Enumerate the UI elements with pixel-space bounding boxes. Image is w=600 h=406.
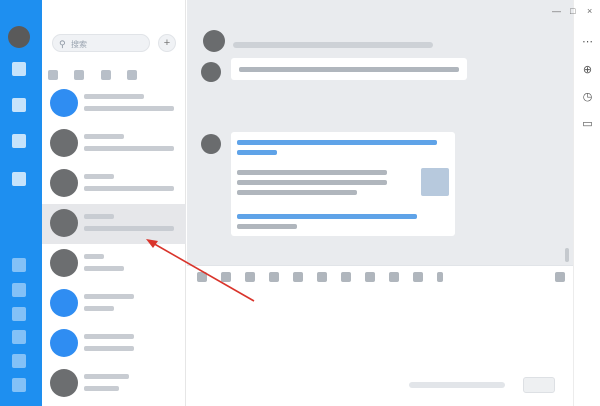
send-hint xyxy=(409,382,505,388)
list-item[interactable] xyxy=(42,324,186,364)
card-source-placeholder xyxy=(237,224,297,229)
file-icon[interactable] xyxy=(245,272,255,282)
minimize-button[interactable]: — xyxy=(552,6,561,16)
nav-contacts-icon[interactable] xyxy=(12,98,26,112)
doc-icon[interactable] xyxy=(317,272,327,282)
avatar xyxy=(50,89,78,117)
user-avatar[interactable] xyxy=(8,26,30,48)
scrollbar[interactable] xyxy=(565,248,569,262)
avatar xyxy=(50,129,78,157)
folder-icon[interactable] xyxy=(293,272,303,282)
add-button[interactable]: + xyxy=(158,34,176,52)
add-member-icon[interactable]: ⊕ xyxy=(581,64,594,77)
nav-app-icon[interactable] xyxy=(12,354,26,368)
list-toolbar xyxy=(48,67,178,81)
avatar xyxy=(201,134,221,154)
message-preview xyxy=(84,186,174,191)
message-preview xyxy=(84,146,174,151)
message-preview xyxy=(84,346,134,351)
list-item[interactable] xyxy=(42,244,186,284)
avatar xyxy=(50,369,78,397)
card-desc-placeholder xyxy=(237,180,387,185)
maximize-button[interactable]: □ xyxy=(570,6,575,16)
message-bubble[interactable] xyxy=(231,58,467,80)
message-preview xyxy=(84,226,174,231)
card-thumbnail xyxy=(421,168,449,196)
card-title-placeholder xyxy=(237,140,437,145)
avatar xyxy=(50,329,78,357)
nav-app-icon[interactable] xyxy=(12,330,26,344)
link-card-message[interactable] xyxy=(231,132,455,236)
list-item[interactable] xyxy=(42,284,186,324)
red-packet-icon[interactable] xyxy=(365,272,375,282)
card-link-placeholder[interactable] xyxy=(237,214,417,219)
list-item[interactable] xyxy=(42,84,186,124)
chat-header-avatar xyxy=(203,30,225,52)
nav-docs-icon[interactable] xyxy=(12,172,26,186)
list-item-selected[interactable] xyxy=(42,204,186,244)
message-text-placeholder xyxy=(239,67,459,72)
message-preview xyxy=(84,306,114,311)
nav-app-icon[interactable] xyxy=(12,258,26,272)
contact-name-placeholder xyxy=(84,214,114,219)
filter-icon[interactable] xyxy=(74,70,85,80)
more-icon[interactable] xyxy=(437,272,443,282)
list-item[interactable] xyxy=(42,124,186,164)
right-toolbar: — □ × ⋯ ⊕ ◷ ▭ xyxy=(552,0,600,406)
contact-name-placeholder xyxy=(84,94,144,99)
contact-name-placeholder xyxy=(84,294,134,299)
conversation-list: ⚲ 搜索 + xyxy=(42,0,186,406)
avatar xyxy=(50,209,78,237)
expand-icon[interactable] xyxy=(555,272,565,282)
folder-icon[interactable]: ▭ xyxy=(581,118,594,131)
more-icon[interactable]: ⋯ xyxy=(581,36,594,49)
filter-icon[interactable] xyxy=(48,70,58,80)
search-icon: ⚲ xyxy=(59,39,66,49)
avatar xyxy=(50,169,78,197)
history-icon[interactable]: ◷ xyxy=(581,91,594,104)
screenshot-icon[interactable] xyxy=(221,272,231,282)
list-item[interactable] xyxy=(42,364,186,404)
contact-name-placeholder xyxy=(84,134,124,139)
app-window: ⚲ 搜索 + — □ × ⋯ ⊕ ◷ ▭ xyxy=(0,0,600,406)
avatar xyxy=(50,289,78,317)
card-desc-placeholder xyxy=(237,190,357,195)
nav-settings-icon[interactable] xyxy=(12,378,26,392)
list-item[interactable] xyxy=(42,164,186,204)
contact-name-placeholder xyxy=(84,174,114,179)
calendar-icon[interactable] xyxy=(389,272,399,282)
message-preview xyxy=(84,266,124,271)
todo-icon[interactable] xyxy=(413,272,423,282)
send-button[interactable] xyxy=(523,377,555,393)
nav-messages-icon[interactable] xyxy=(12,62,26,76)
message-preview xyxy=(84,386,119,391)
message-input-area[interactable] xyxy=(187,265,573,406)
left-nav xyxy=(0,0,42,406)
contact-name-placeholder xyxy=(84,254,104,259)
message-preview xyxy=(84,106,174,111)
search-placeholder: 搜索 xyxy=(71,40,87,49)
avatar xyxy=(201,62,221,82)
contact-name-placeholder xyxy=(84,374,129,379)
card-desc-placeholder xyxy=(237,170,387,175)
image-icon[interactable] xyxy=(269,272,279,282)
avatar xyxy=(50,249,78,277)
nav-app-icon[interactable] xyxy=(12,283,26,297)
chat-pane xyxy=(187,0,573,406)
close-button[interactable]: × xyxy=(587,6,592,16)
nav-app-icon[interactable] xyxy=(12,307,26,321)
contact-name-placeholder xyxy=(84,334,134,339)
search-input[interactable]: ⚲ 搜索 xyxy=(52,34,150,52)
emoji-icon[interactable] xyxy=(197,272,207,282)
filter-icon[interactable] xyxy=(127,70,138,80)
nav-workbench-icon[interactable] xyxy=(12,134,26,148)
card-title-placeholder xyxy=(237,150,277,155)
record-icon[interactable] xyxy=(341,272,351,282)
filter-icon[interactable] xyxy=(100,70,111,80)
chat-header-subtitle xyxy=(233,42,433,48)
